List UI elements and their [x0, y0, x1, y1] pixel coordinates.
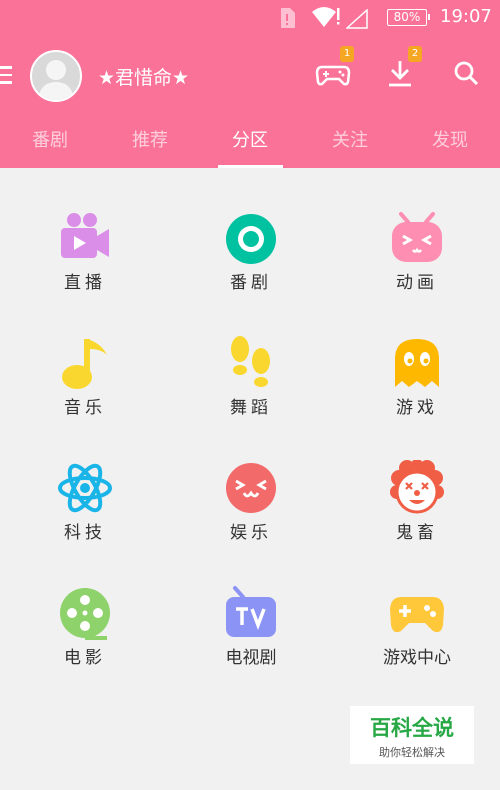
category-tv-series[interactable]: 电视剧 [168, 585, 334, 705]
menu-icon[interactable] [0, 66, 12, 84]
avatar[interactable] [30, 50, 82, 102]
film-reel-icon [57, 585, 113, 641]
clown-icon [389, 459, 445, 516]
wifi-icon [312, 7, 340, 27]
footprints-icon [223, 335, 279, 391]
category-games[interactable]: 游戏 [334, 335, 500, 455]
category-label: 科技 [64, 523, 106, 543]
category-live[interactable]: 直播 [2, 210, 168, 330]
category-label: 游戏中心 [383, 648, 451, 668]
category-bangumi[interactable]: 番剧 [168, 210, 334, 330]
tab-bar: 番剧 推荐 分区 关注 发现 [0, 124, 500, 168]
watermark-title: 百科全说 [370, 716, 454, 740]
download-button[interactable]: 2 [382, 46, 422, 92]
watermark-logo: 百科全说 助你轻松解决 [350, 706, 474, 764]
search-button[interactable] [449, 56, 485, 92]
battery-indicator: 80% [387, 9, 430, 26]
category-label: 番剧 [230, 273, 272, 293]
tab-recommend[interactable]: 推荐 [100, 126, 200, 152]
category-label: 鬼畜 [396, 523, 438, 543]
category-movies[interactable]: 电影 [2, 585, 168, 705]
category-label: 电视剧 [225, 648, 277, 668]
category-label: 电影 [64, 648, 106, 668]
tab-following[interactable]: 关注 [300, 126, 400, 152]
category-dance[interactable]: 舞蹈 [168, 335, 334, 455]
category-music[interactable]: 音乐 [2, 335, 168, 455]
category-game-center[interactable]: 游戏中心 [334, 585, 500, 705]
game-badge: 1 [340, 46, 354, 62]
tab-discover[interactable]: 发现 [400, 126, 500, 152]
status-bar: 80% 19:07 [0, 0, 500, 36]
music-note-icon [57, 335, 113, 391]
gamepad-icon [389, 585, 445, 641]
tab-indicator [218, 165, 283, 168]
smiley-icon [223, 460, 279, 516]
category-label: 音乐 [64, 398, 106, 418]
tv-icon [223, 585, 279, 641]
category-label: 直播 [64, 273, 106, 293]
category-label: 娱乐 [230, 523, 272, 543]
category-animation[interactable]: 动画 [334, 210, 500, 330]
ghost-icon [389, 335, 445, 391]
category-entertainment[interactable]: 娱乐 [168, 460, 334, 580]
signal-icon [346, 9, 368, 29]
tab-bangumi[interactable]: 番剧 [0, 126, 100, 152]
search-icon [454, 61, 479, 86]
username[interactable]: ★君惜命★ [98, 63, 189, 90]
camera-icon [57, 210, 113, 266]
category-label: 动画 [396, 273, 438, 293]
category-tech[interactable]: 科技 [2, 460, 168, 580]
app-header: ★君惜命★ 1 2 番剧 推荐 分区 关注 发现 [0, 36, 500, 168]
atom-icon [57, 460, 113, 516]
category-label: 舞蹈 [230, 398, 272, 418]
tv-face-icon [389, 210, 445, 266]
download-badge: 2 [408, 46, 422, 62]
bangumi-icon [223, 210, 279, 266]
tab-categories[interactable]: 分区 [200, 126, 300, 152]
category-label: 游戏 [396, 398, 438, 418]
watermark-subtitle: 助你轻松解决 [379, 746, 445, 759]
sim-card-icon [281, 8, 295, 28]
category-kichiku[interactable]: 鬼畜 [334, 459, 500, 580]
clock: 19:07 [440, 6, 492, 27]
game-center-button[interactable]: 1 [315, 46, 354, 92]
